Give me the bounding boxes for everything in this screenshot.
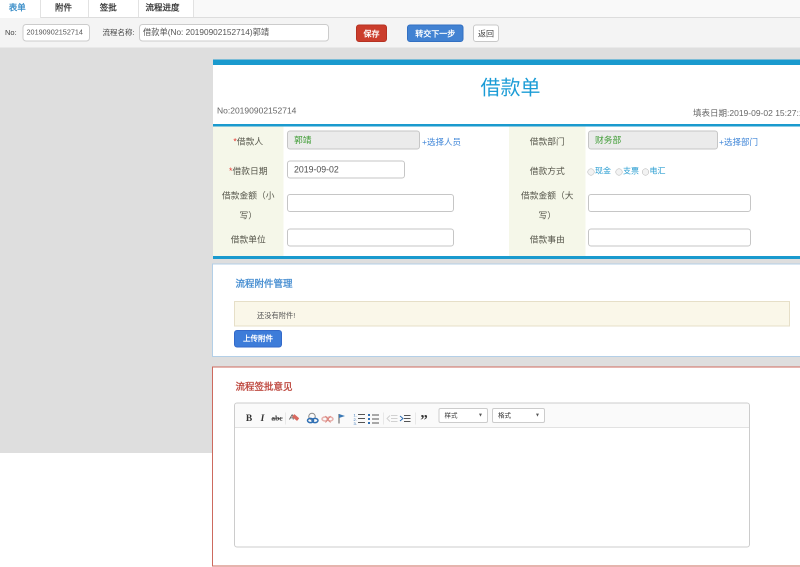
svg-text:3.: 3. [354,421,357,426]
